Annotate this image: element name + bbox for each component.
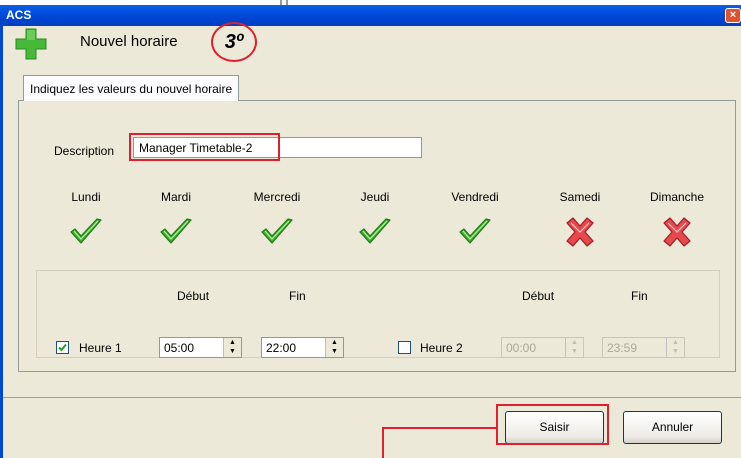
day-label: Vendredi — [451, 190, 499, 204]
check-icon[interactable] — [69, 217, 103, 247]
day-toggle-mercredi[interactable]: Mercredi — [232, 190, 322, 247]
spin-down-icon[interactable]: ▼ — [667, 347, 684, 356]
spin-up-icon[interactable]: ▲ — [667, 338, 684, 347]
spinner-arrows[interactable]: ▲ ▼ — [223, 338, 241, 357]
day-toggle-jeudi[interactable]: Jeudi — [330, 190, 420, 247]
annotation-pointer — [382, 427, 384, 458]
annotation-highlight — [129, 133, 280, 161]
day-label: Dimanche — [649, 190, 705, 204]
hour1-checkbox[interactable] — [56, 341, 69, 354]
hour2-start-value: 00:00 — [506, 341, 537, 355]
day-label: Lundi — [71, 190, 101, 204]
hour2-start-spinner[interactable]: 00:00 ▲ ▼ — [501, 337, 584, 358]
close-button[interactable]: × — [725, 8, 741, 23]
window-title: ACS — [6, 8, 32, 22]
hour2-end-spinner[interactable]: 23:59 ▲ ▼ — [602, 337, 685, 358]
hour2-label: Heure 2 — [420, 341, 463, 355]
day-toggle-samedi[interactable]: Samedi — [535, 190, 625, 247]
spinner-arrows[interactable]: ▲ ▼ — [565, 338, 583, 357]
hour1-end-spinner[interactable]: 22:00 ▲ ▼ — [261, 337, 344, 358]
annotation-highlight — [496, 404, 609, 445]
annotation-pointer — [382, 427, 496, 429]
spin-down-icon[interactable]: ▼ — [566, 347, 583, 356]
day-toggle-lundi[interactable]: Lundi — [41, 190, 131, 247]
spin-down-icon[interactable]: ▼ — [224, 347, 241, 356]
hour2-checkbox[interactable] — [398, 341, 411, 354]
day-label: Mardi — [160, 190, 191, 204]
plus-icon — [15, 28, 47, 60]
check-icon[interactable] — [358, 217, 392, 247]
tab-new-schedule[interactable]: Indiquez les valeurs du nouvel horaire — [23, 75, 240, 101]
title-bar[interactable]: ACS × — [0, 5, 741, 26]
spinner-arrows[interactable]: ▲ ▼ — [666, 338, 684, 357]
spin-up-icon[interactable]: ▲ — [326, 338, 343, 347]
hour2-end-value: 23:59 — [607, 341, 638, 355]
check-icon[interactable] — [260, 217, 294, 247]
spin-up-icon[interactable]: ▲ — [224, 338, 241, 347]
spin-down-icon[interactable]: ▼ — [326, 347, 343, 356]
page-title: Nouvel horaire — [80, 33, 178, 50]
check-icon[interactable] — [458, 217, 492, 247]
day-toggle-vendredi[interactable]: Vendredi — [430, 190, 520, 247]
description-label: Description — [54, 144, 115, 158]
checkmark-icon — [58, 343, 67, 352]
hour2-end-header: Fin — [631, 289, 648, 303]
cross-icon[interactable] — [563, 217, 597, 247]
cross-icon[interactable] — [660, 217, 694, 247]
day-toggle-mardi[interactable]: Mardi — [131, 190, 221, 247]
hour1-end-header: Fin — [289, 289, 306, 303]
hour2-start-header: Début — [522, 289, 555, 303]
day-label: Samedi — [559, 190, 601, 204]
hour1-label: Heure 1 — [79, 341, 122, 355]
spin-up-icon[interactable]: ▲ — [566, 338, 583, 347]
footer-divider — [3, 397, 741, 398]
hour1-start-value: 05:00 — [164, 341, 195, 355]
day-label: Mercredi — [253, 190, 301, 204]
step-badge: 3º — [211, 22, 257, 62]
spinner-arrows[interactable]: ▲ ▼ — [325, 338, 343, 357]
hour1-end-value: 22:00 — [266, 341, 297, 355]
hour1-start-spinner[interactable]: 05:00 ▲ ▼ — [159, 337, 242, 358]
cancel-button[interactable]: Annuler — [623, 411, 722, 444]
day-label: Jeudi — [360, 190, 390, 204]
hour1-start-header: Début — [177, 289, 210, 303]
day-toggle-dimanche[interactable]: Dimanche — [632, 190, 722, 247]
check-icon[interactable] — [159, 217, 193, 247]
